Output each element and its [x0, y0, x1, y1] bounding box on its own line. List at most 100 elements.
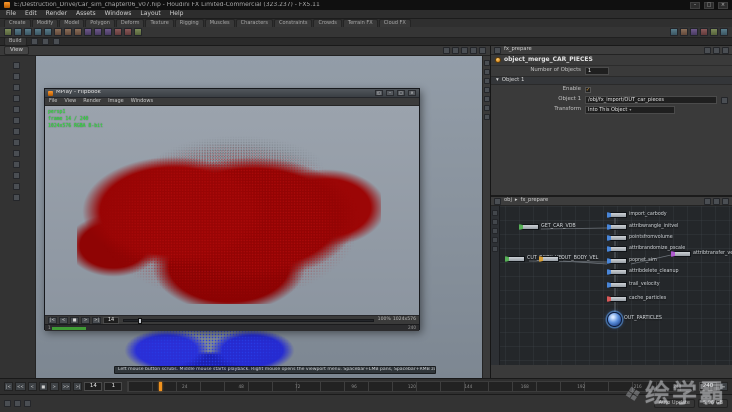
menu-file[interactable]: File	[6, 11, 16, 17]
net-connect-icon[interactable]	[492, 219, 498, 225]
mplay-menu-windows[interactable]: Windows	[131, 99, 153, 104]
shelf-tab[interactable]: Create	[4, 19, 31, 27]
pose-tool-icon[interactable]	[13, 117, 20, 124]
view-tool-icon[interactable]	[13, 128, 20, 135]
lsystem-tool-icon[interactable]	[104, 28, 112, 36]
snap-prims-icon[interactable]	[13, 161, 20, 168]
network-path-obj[interactable]: obj	[504, 198, 512, 203]
persp-ortho-icon[interactable]	[483, 78, 490, 84]
mplay-flipbook-window[interactable]: MPlay - Flipbook ◱ – □ × File View Rende…	[44, 88, 420, 331]
enable-checkbox[interactable]: ✓	[585, 87, 591, 93]
network-path-current[interactable]: fx_prepare	[521, 198, 549, 203]
select-mode-icon[interactable]	[13, 62, 20, 69]
shelf-tab[interactable]: Cloud FX	[378, 19, 411, 27]
secure-selection-icon[interactable]	[13, 194, 20, 201]
net-snapshot-icon[interactable]	[492, 246, 498, 252]
network-node[interactable]: popnet_sim	[607, 258, 657, 264]
mplay-menu-image[interactable]: Image	[108, 99, 124, 104]
network-node[interactable]: import_carbody	[607, 212, 667, 218]
shelf-tab[interactable]: Deform	[115, 19, 145, 27]
scene-viewport[interactable]: MPlay - Flipbook ◱ – □ × File View Rende…	[36, 56, 482, 378]
network-node-output[interactable]: OUT_PARTICLES	[607, 312, 662, 327]
snap-points-icon[interactable]	[13, 139, 20, 146]
network-node[interactable]: pointsfromvolume	[607, 235, 673, 241]
mplay-titlebar[interactable]: MPlay - Flipbook ◱ – □ ×	[45, 89, 419, 98]
maximize-button[interactable]: □	[704, 1, 714, 9]
menu-layout[interactable]: Layout	[140, 11, 160, 17]
display-options-icon[interactable]	[461, 47, 468, 54]
snap-grid-icon[interactable]	[13, 150, 20, 157]
spray-paint-tool-icon[interactable]	[84, 28, 92, 36]
sculpt-tool-icon[interactable]	[710, 28, 718, 36]
grid-tool-icon[interactable]	[54, 28, 62, 36]
stop-button[interactable]: ■	[38, 382, 48, 391]
go-start-button[interactable]: |<	[4, 382, 13, 391]
metaball-tool-icon[interactable]	[94, 28, 102, 36]
mplay-last-frame-button[interactable]: >|	[92, 316, 101, 324]
grid-display-icon[interactable]	[483, 114, 490, 120]
shelf-tab[interactable]: Crowds	[313, 19, 342, 27]
sphere-tool-icon[interactable]	[24, 28, 32, 36]
interactive-mode-icon[interactable]	[13, 183, 20, 190]
step-forward-button[interactable]: >	[49, 382, 59, 391]
range-start-field[interactable]: 1	[104, 382, 123, 391]
torus-tool-icon[interactable]	[44, 28, 52, 36]
pane-options-icon[interactable]	[713, 46, 720, 54]
mplay-stop-button[interactable]: ■	[70, 316, 79, 324]
network-node[interactable]: OUT_BODY_VEL	[539, 256, 598, 262]
network-snap-icon[interactable]	[713, 197, 720, 205]
parameter-pane-path[interactable]: fx_prepare	[504, 47, 532, 52]
lighting-icon[interactable]	[483, 105, 490, 111]
menu-windows[interactable]: Windows	[105, 11, 132, 17]
go-end-button[interactable]: >|	[73, 382, 83, 391]
menu-render[interactable]: Render	[46, 11, 67, 17]
param-group-object1[interactable]: ▾ Object 1	[491, 76, 732, 85]
bone-tool-icon[interactable]	[690, 28, 698, 36]
pane-menu-icon[interactable]	[494, 46, 501, 54]
current-frame-field[interactable]: 14	[84, 382, 103, 391]
node-chooser-icon[interactable]	[721, 96, 728, 104]
mplay-minimize-button[interactable]: –	[386, 90, 394, 96]
mplay-frame-slider[interactable]	[123, 317, 374, 324]
select-arrow-icon[interactable]	[4, 28, 12, 36]
scale-tool-icon[interactable]	[13, 95, 20, 102]
paint-tool-icon[interactable]	[700, 28, 708, 36]
view-menu-button[interactable]: View	[4, 45, 30, 56]
transform-dropdown[interactable]: Into This Object ▾	[585, 106, 675, 114]
sim-enable-icon[interactable]	[13, 172, 20, 179]
num-objects-field[interactable]: 1	[585, 67, 609, 75]
mplay-close-button[interactable]: ×	[408, 90, 416, 96]
shelf-tab[interactable]: Muscles	[204, 19, 235, 27]
menu-edit[interactable]: Edit	[25, 11, 37, 17]
close-button[interactable]: ×	[718, 1, 728, 9]
network-node[interactable]: attribdelete_cleanup	[607, 269, 679, 275]
tube-tool-icon[interactable]	[34, 28, 42, 36]
font-tool-icon[interactable]	[124, 28, 132, 36]
mplay-menu-file[interactable]: File	[49, 99, 57, 104]
mplay-menu-render[interactable]: Render	[83, 99, 101, 104]
shelf-tab[interactable]: Constraints	[273, 19, 313, 27]
curve-tool-icon[interactable]	[74, 28, 82, 36]
object-path-field[interactable]: /obj/fx_import/OUT_car_pieces	[585, 96, 717, 104]
shelf-tab[interactable]: Texture	[145, 19, 174, 27]
network-editor-canvas[interactable]: GET_CAR_VDB CUT_BODY_VEL OUT_BODY_VEL im…	[491, 206, 732, 365]
minimize-button[interactable]: –	[690, 1, 700, 9]
network-pane-menu-icon[interactable]	[494, 197, 501, 205]
network-display-options-icon[interactable]	[704, 197, 711, 205]
light-tool-icon[interactable]	[680, 28, 688, 36]
network-node[interactable]: attribtransfer_vel	[671, 251, 732, 257]
shelf-tab[interactable]: Polygon	[85, 19, 115, 27]
shading-mode-icon[interactable]	[452, 47, 459, 54]
net-layout-icon[interactable]	[492, 228, 498, 234]
shelf-tab[interactable]: Characters	[235, 19, 273, 27]
desktop-selector[interactable]: Build	[4, 37, 27, 46]
snapshot-icon[interactable]	[470, 47, 477, 54]
pose-toggle-icon[interactable]	[52, 38, 60, 45]
viewport-layout-icon[interactable]	[479, 47, 486, 54]
playhead[interactable]	[159, 382, 163, 391]
mplay-frame-ruler[interactable]: 1 240	[45, 324, 419, 331]
shelf-tab[interactable]: Modify	[31, 19, 59, 27]
network-node[interactable]: cache_particles	[607, 296, 666, 302]
camera-select-icon[interactable]	[443, 47, 450, 54]
handles-tool-icon[interactable]	[13, 106, 20, 113]
